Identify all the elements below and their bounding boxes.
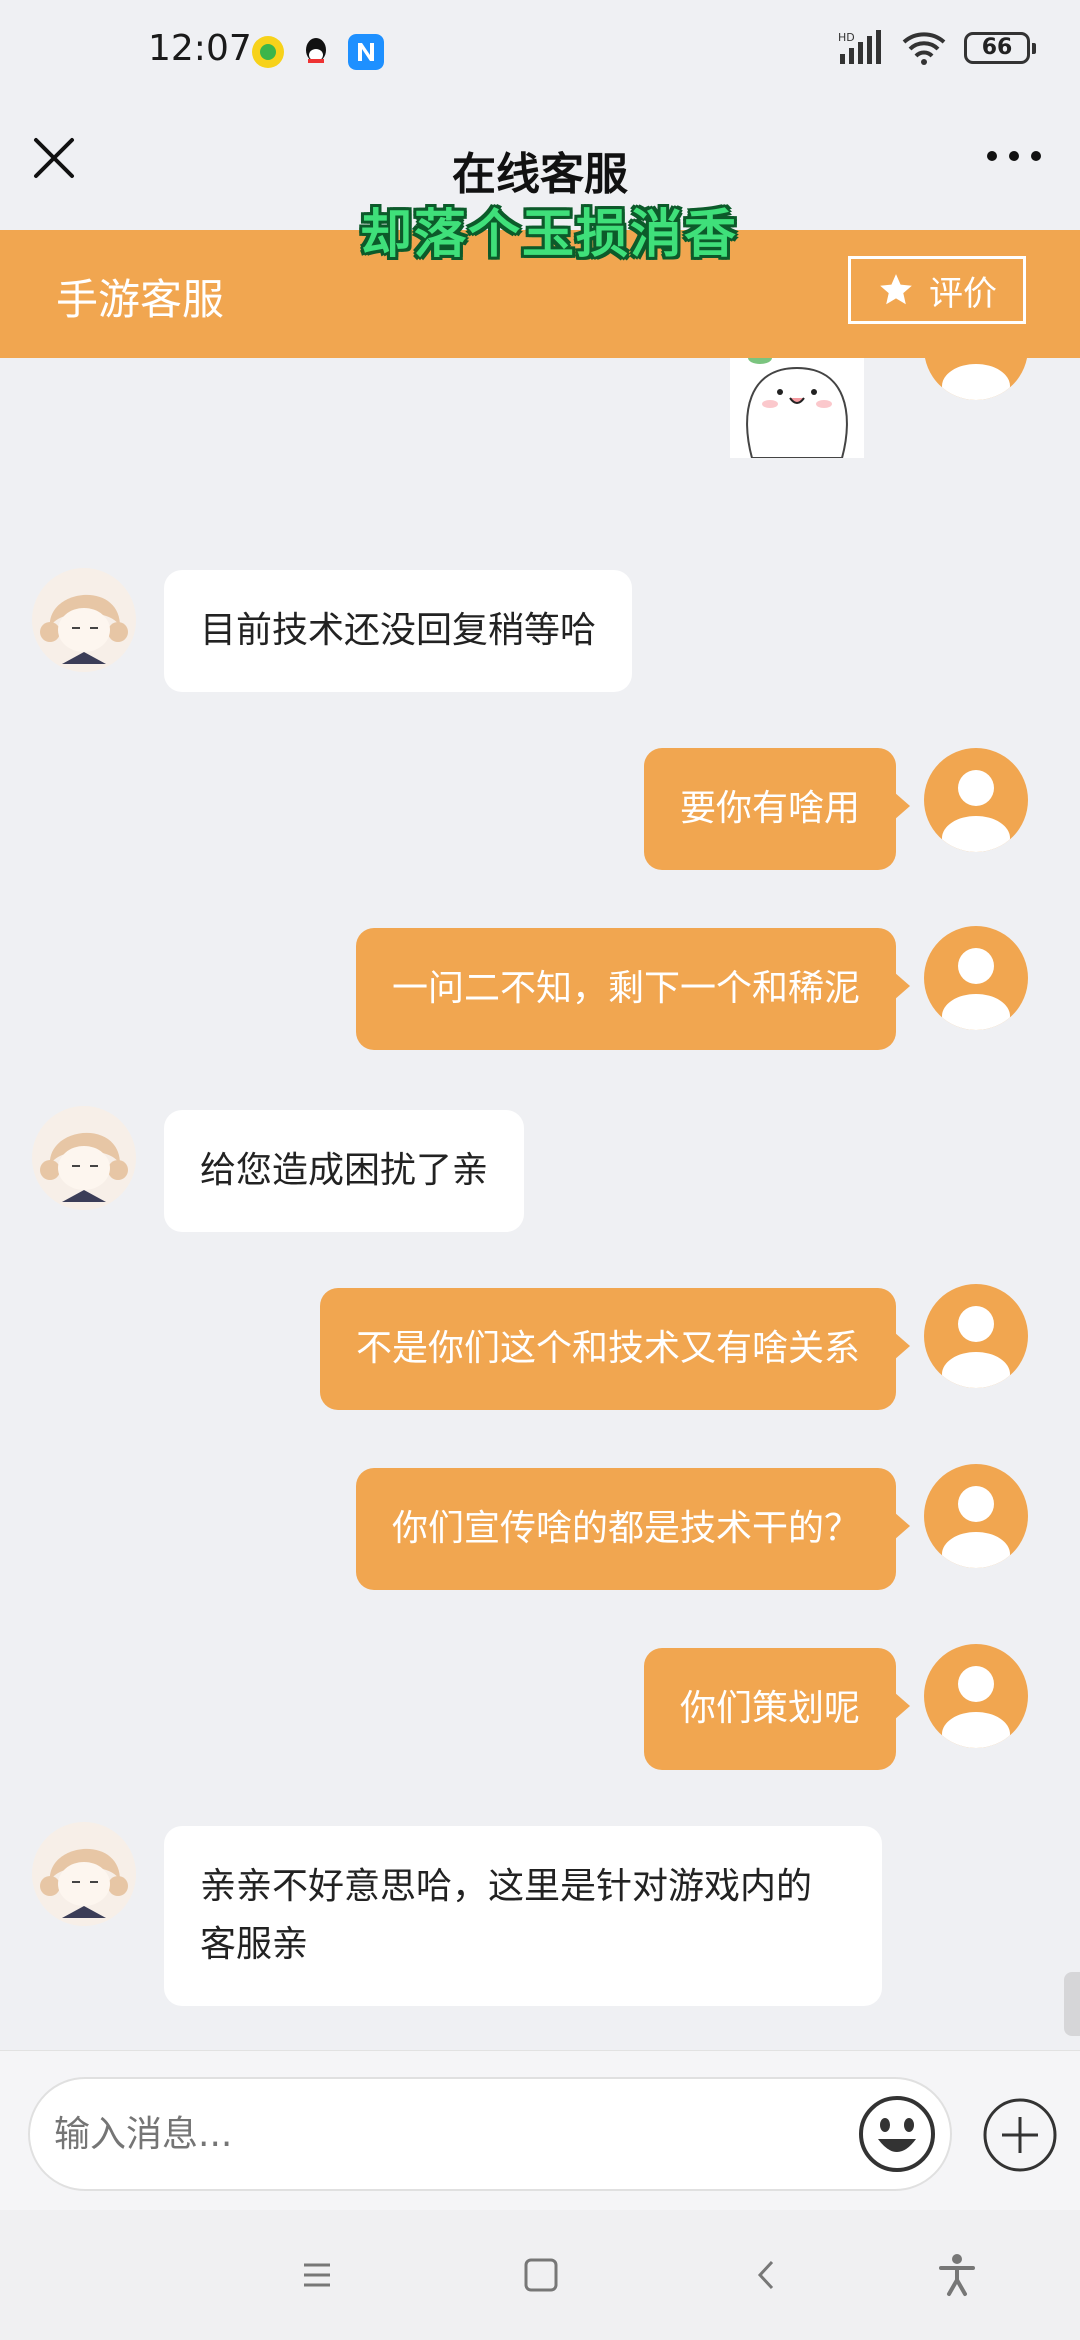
user-message-bubble: 你们策划呢 [643, 1648, 911, 1770]
status-right: HD 66 [838, 30, 1036, 66]
home-icon[interactable] [516, 2250, 566, 2300]
back-icon[interactable] [742, 2250, 792, 2300]
user-message-bubble: 你们宣传啥的都是技术干的？ [355, 1468, 911, 1590]
menu-icon[interactable] [292, 2250, 342, 2300]
user-avatar [924, 1284, 1028, 1388]
qq-icon [306, 38, 326, 63]
agent-message-bubble: 目前技术还没回复稍等哈 [164, 570, 633, 692]
status-bar: 12:07 HD 66 [0, 0, 1080, 100]
rate-label: 评价 [929, 273, 997, 314]
agent-avatar [32, 1822, 136, 1926]
message-row [0, 358, 1080, 464]
accessibility-icon[interactable] [932, 2250, 982, 2300]
agent-message-bubble: 给您造成困扰了亲 [164, 1110, 525, 1232]
user-avatar [924, 748, 1028, 852]
agent-avatar [32, 1106, 136, 1210]
rate-button[interactable]: 评价 [848, 256, 1026, 324]
user-avatar [924, 926, 1028, 1030]
header-title: 手游客服 [56, 275, 225, 324]
agent-avatar [32, 568, 136, 672]
add-icon[interactable] [982, 2097, 1058, 2173]
signal-icon: HD [838, 30, 881, 64]
more-icon[interactable] [984, 146, 1044, 166]
system-nav-bar [0, 2210, 1080, 2340]
user-message-bubble: 要你有啥用 [643, 748, 911, 870]
user-avatar [924, 358, 1028, 400]
user-message-bubble: 一问二不知，剩下一个和稀泥 [355, 928, 911, 1050]
user-avatar [924, 1464, 1028, 1568]
status-time: 12:07 [148, 28, 252, 69]
input-bar [0, 2050, 1080, 2211]
user-avatar [924, 1644, 1028, 1748]
wifi-icon [902, 32, 946, 65]
message-input[interactable] [28, 2077, 952, 2191]
battery-indicator: 66 [964, 32, 1036, 64]
overlay-caption: 却落个玉损消香 [360, 205, 739, 265]
chat-area[interactable]: 目前技术还没回复稍等哈 要你有啥用 一问二不知，剩下一个和稀泥 给您造成困扰了亲 [0, 358, 1080, 2050]
sticker-image [730, 358, 864, 459]
svg-text:HD: HD [838, 31, 855, 44]
user-message-bubble: 不是你们这个和技术又有啥关系 [319, 1288, 911, 1410]
emoji-icon[interactable] [858, 2095, 936, 2173]
scrollbar-thumb[interactable] [1064, 1972, 1080, 2036]
music-app-icon [252, 36, 284, 68]
star-icon [880, 274, 912, 305]
n-app-icon [348, 34, 384, 70]
agent-message-bubble: 亲亲不好意思哈，这里是针对游戏内的客服亲 [164, 1826, 882, 2006]
